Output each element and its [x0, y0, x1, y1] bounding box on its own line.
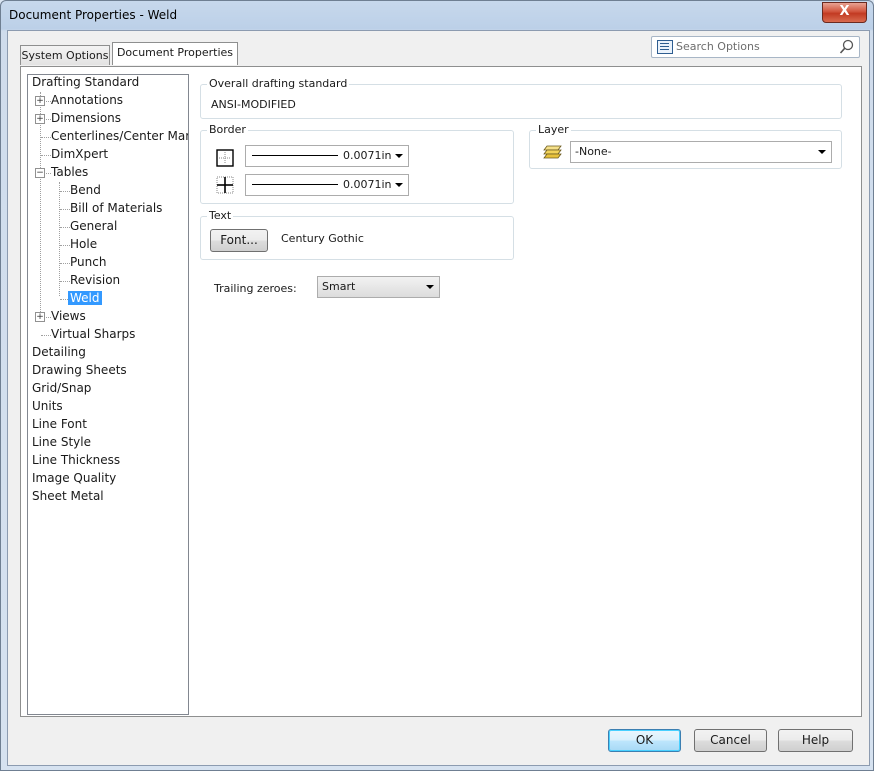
layer-value: -None- [575, 145, 612, 158]
tree-item-line-style[interactable]: Line Style [32, 434, 91, 450]
expand-annotations-icon[interactable]: + [35, 96, 45, 106]
overall-standard-group: Overall drafting standard ANSI-MODIFIED [200, 77, 842, 119]
dialog-client-area: System Options Document Properties Searc… [7, 30, 870, 766]
tree-item-sheet-metal[interactable]: Sheet Metal [32, 488, 104, 504]
tree-item-annotations[interactable]: Annotations [51, 92, 123, 108]
tree-item-general[interactable]: General [70, 218, 117, 234]
tree-item-bill-of-materials[interactable]: Bill of Materials [70, 200, 162, 216]
collapse-tables-icon[interactable]: − [35, 168, 45, 178]
trailing-zeroes-select[interactable]: Smart [317, 276, 440, 298]
border-label: Border [207, 123, 248, 136]
font-button[interactable]: Font... [210, 229, 268, 252]
tree-item-drawing-sheets[interactable]: Drawing Sheets [32, 362, 127, 378]
options-list-icon [657, 40, 673, 54]
options-tree[interactable]: + + − + Drafting Standard Annotations Di… [27, 74, 189, 715]
dropdown-arrow-icon [818, 150, 826, 154]
tree-item-image-quality[interactable]: Image Quality [32, 470, 116, 486]
trailing-zeroes-label: Trailing zeroes: [214, 282, 297, 295]
border-outer-thickness-select[interactable]: 0.0071in [245, 145, 409, 167]
tree-item-views[interactable]: Views [51, 308, 86, 324]
title-bar[interactable]: Document Properties - Weld X [1, 1, 873, 31]
tree-item-dimxpert[interactable]: DimXpert [51, 146, 108, 162]
border-group: Border 0.0071in 0.0071in [200, 123, 514, 204]
document-properties-panel: + + − + Drafting Standard Annotations Di… [20, 66, 862, 717]
tree-item-line-font[interactable]: Line Font [32, 416, 87, 432]
tree-item-line-thickness[interactable]: Line Thickness [32, 452, 120, 468]
tree-item-punch[interactable]: Punch [70, 254, 106, 270]
overall-standard-value: ANSI-MODIFIED [211, 98, 296, 111]
search-icon[interactable] [839, 39, 855, 55]
border-inner-thickness-select[interactable]: 0.0071in [245, 174, 409, 196]
tree-item-centerlines[interactable]: Centerlines/Center Marks [51, 128, 188, 144]
dropdown-arrow-icon [426, 285, 434, 289]
tree-item-grid-snap[interactable]: Grid/Snap [32, 380, 91, 396]
trailing-zeroes-value: Smart [322, 280, 356, 293]
close-button[interactable]: X [822, 2, 867, 23]
window-title: Document Properties - Weld [9, 8, 178, 22]
tree-item-virtual-sharps[interactable]: Virtual Sharps [51, 326, 135, 342]
layer-stack-icon [543, 145, 562, 159]
border-outer-icon [216, 149, 234, 167]
border-inner-icon [216, 176, 234, 194]
tree-item-dimensions[interactable]: Dimensions [51, 110, 121, 126]
tab-document-properties[interactable]: Document Properties [112, 42, 238, 65]
tree-item-bend[interactable]: Bend [70, 182, 101, 198]
expand-views-icon[interactable]: + [35, 312, 45, 322]
tree-item-units[interactable]: Units [32, 398, 63, 414]
dropdown-arrow-icon [395, 154, 403, 158]
layer-label: Layer [536, 123, 571, 136]
layer-select[interactable]: -None- [570, 141, 832, 163]
tree-item-detailing[interactable]: Detailing [32, 344, 86, 360]
cancel-button[interactable]: Cancel [694, 729, 767, 752]
tab-system-options[interactable]: System Options [20, 45, 110, 65]
search-input[interactable]: Search Options [676, 40, 760, 53]
border-inner-thickness-value: 0.0071in [343, 178, 392, 191]
overall-standard-label: Overall drafting standard [207, 77, 350, 90]
tree-item-drafting-standard[interactable]: Drafting Standard [32, 75, 139, 90]
tree-item-tables[interactable]: Tables [51, 164, 88, 180]
tree-item-hole[interactable]: Hole [70, 236, 97, 252]
tree-item-revision[interactable]: Revision [70, 272, 120, 288]
dropdown-arrow-icon [395, 183, 403, 187]
search-box[interactable]: Search Options [651, 36, 860, 58]
text-group: Text Font... Century Gothic [200, 209, 514, 260]
tree-item-weld[interactable]: Weld [68, 290, 102, 306]
layer-group: Layer -None- [529, 123, 842, 169]
ok-button[interactable]: OK [608, 729, 681, 752]
expand-dimensions-icon[interactable]: + [35, 114, 45, 124]
text-label: Text [207, 209, 234, 222]
border-outer-thickness-value: 0.0071in [343, 149, 392, 162]
dialog-window: Document Properties - Weld X System Opti… [0, 0, 874, 771]
font-name-value: Century Gothic [281, 232, 364, 245]
help-button[interactable]: Help [778, 729, 853, 752]
